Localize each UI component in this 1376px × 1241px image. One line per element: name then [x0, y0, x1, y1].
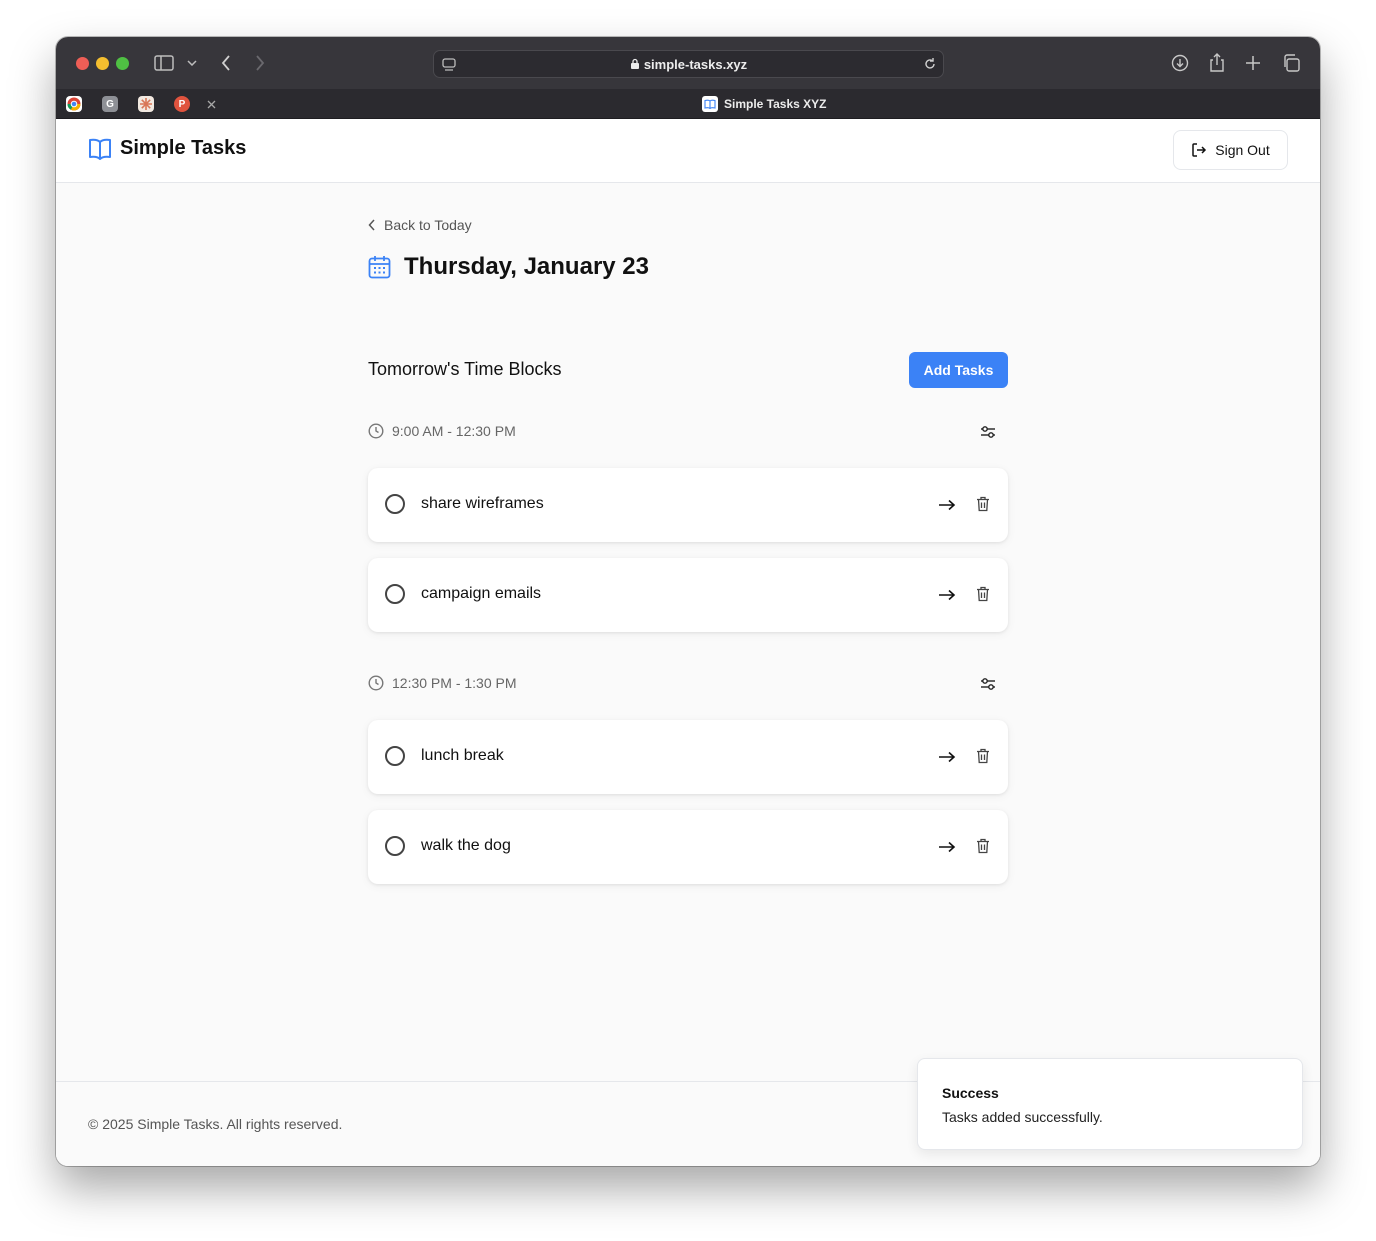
arrow-right-icon[interactable]	[936, 584, 958, 606]
task-label: campaign emails	[421, 585, 542, 602]
app-header: Simple Tasks Sign Out	[56, 119, 1320, 183]
adjust-block-icon[interactable]	[978, 422, 998, 442]
arrow-right-icon[interactable]	[936, 494, 958, 516]
forward-nav-icon[interactable]	[248, 51, 272, 75]
sidebar-toggle-icon[interactable]	[152, 51, 176, 75]
time-block-label: 9:00 AM - 12:30 PM	[392, 423, 516, 439]
page-content: Simple Tasks Sign Out Back to Today Thur…	[56, 119, 1320, 1166]
task-checkbox[interactable]	[385, 584, 405, 604]
trash-icon[interactable]	[973, 494, 993, 514]
book-open-icon	[89, 138, 111, 160]
lock-icon	[630, 58, 639, 69]
adjust-block-icon[interactable]	[978, 674, 998, 694]
maximize-window-button[interactable]	[116, 57, 129, 70]
pinned-tab-chrome[interactable]	[66, 96, 82, 112]
chrome-logo-icon	[67, 97, 81, 111]
chevron-down-icon[interactable]	[182, 51, 202, 75]
url-display: simple-tasks.xyz	[434, 57, 943, 72]
url-text: simple-tasks.xyz	[643, 57, 748, 72]
success-toast[interactable]: Success Tasks added successfully.	[917, 1058, 1303, 1150]
trash-icon[interactable]	[973, 746, 993, 766]
address-bar[interactable]: simple-tasks.xyz	[433, 50, 944, 78]
task-card: walk the dog	[368, 810, 1008, 884]
new-tab-icon[interactable]	[1241, 51, 1265, 75]
tab-overview-icon[interactable]	[1279, 51, 1303, 75]
close-tab-icon[interactable]	[204, 96, 218, 112]
task-card: lunch break	[368, 720, 1008, 794]
minimize-window-button[interactable]	[96, 57, 109, 70]
calendar-icon	[368, 256, 391, 279]
date-heading: Thursday, January 23	[368, 253, 649, 281]
downloads-icon[interactable]	[1168, 51, 1192, 75]
task-checkbox[interactable]	[385, 836, 405, 856]
sign-out-button[interactable]: Sign Out	[1173, 130, 1288, 170]
toast-message: Tasks added successfully.	[942, 1109, 1103, 1125]
trash-icon[interactable]	[973, 584, 993, 604]
arrow-right-icon[interactable]	[936, 836, 958, 858]
add-tasks-button[interactable]: Add Tasks	[909, 352, 1008, 388]
pinned-tab-g[interactable]: G	[102, 96, 118, 112]
task-card: share wireframes	[368, 468, 1008, 542]
sign-out-label: Sign Out	[1215, 142, 1270, 158]
time-block-header: 9:00 AM - 12:30 PM	[368, 420, 1008, 444]
brand-link[interactable]: Simple Tasks	[88, 137, 246, 160]
task-label: lunch break	[421, 747, 504, 764]
trash-icon[interactable]	[973, 836, 993, 856]
task-label: walk the dog	[421, 837, 511, 854]
brand-name: Simple Tasks	[120, 137, 247, 159]
task-label: share wireframes	[421, 495, 544, 512]
section-title: Tomorrow's Time Blocks	[368, 359, 562, 379]
book-icon	[702, 96, 718, 112]
active-tab[interactable]: Simple Tasks XYZ	[702, 96, 827, 112]
time-block-header: 12:30 PM - 1:30 PM	[368, 672, 1008, 696]
task-checkbox[interactable]	[385, 494, 405, 514]
reload-icon[interactable]	[923, 57, 937, 71]
toast-title: Success	[942, 1085, 999, 1101]
pinned-tab-claude[interactable]	[138, 96, 154, 112]
pinned-tab-p[interactable]: P	[174, 96, 190, 112]
share-icon[interactable]	[1205, 51, 1229, 75]
back-link-label: Back to Today	[384, 217, 472, 233]
arrow-right-icon[interactable]	[936, 746, 958, 768]
clock-icon	[368, 675, 384, 691]
browser-titlebar: simple-tasks.xyz	[56, 37, 1320, 89]
time-block-label: 12:30 PM - 1:30 PM	[392, 675, 517, 691]
time-block-range: 9:00 AM - 12:30 PM	[368, 423, 516, 439]
clock-icon	[368, 423, 384, 439]
active-tab-title: Simple Tasks XYZ	[724, 97, 827, 111]
claude-logo-icon	[140, 98, 152, 110]
task-card: campaign emails	[368, 558, 1008, 632]
time-block-range: 12:30 PM - 1:30 PM	[368, 675, 517, 691]
copyright-text: © 2025 Simple Tasks. All rights reserved…	[88, 1116, 343, 1132]
browser-window: simple-tasks.xyz G P Simple Tasks XYZ Si…	[56, 37, 1320, 1166]
task-checkbox[interactable]	[385, 746, 405, 766]
back-nav-icon[interactable]	[214, 51, 238, 75]
tab-bar: G P Simple Tasks XYZ	[56, 89, 1320, 119]
close-window-button[interactable]	[76, 57, 89, 70]
page-title: Thursday, January 23	[404, 253, 649, 280]
back-to-today-link[interactable]: Back to Today	[368, 217, 472, 233]
log-out-icon	[1192, 143, 1207, 157]
chevron-left-icon	[368, 219, 375, 231]
